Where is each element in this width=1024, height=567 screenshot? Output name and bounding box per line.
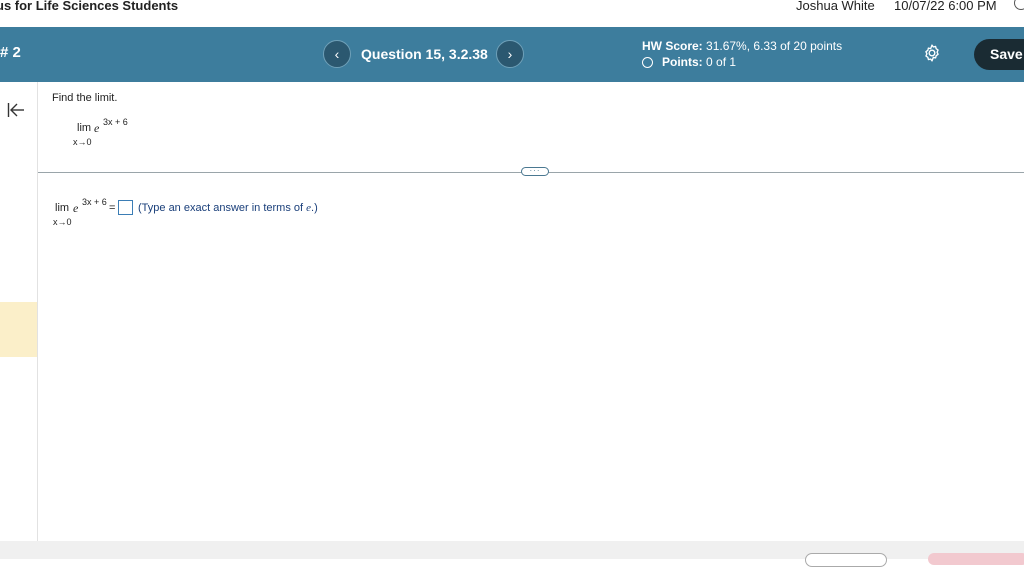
hint-suffix: .)	[311, 202, 318, 214]
answer-lim-subscript: x→0	[53, 217, 72, 227]
footer-button-right[interactable]	[928, 553, 1024, 565]
chevron-right-icon: ›	[507, 46, 513, 62]
top-bar: us for Life Sciences Students Joshua Whi…	[0, 0, 1024, 27]
base-e: e	[94, 121, 100, 135]
next-question-button[interactable]: ›	[496, 40, 524, 68]
exponent: 3x + 6	[103, 117, 128, 127]
question-navbar: # 2 ‹ Question 15, 3.2.38 › HW Score: 31…	[0, 27, 1024, 82]
more-options-button[interactable]: ···	[521, 167, 549, 176]
equals-sign: =	[109, 202, 116, 214]
answer-hint: (Type an exact answer in terms of e.)	[138, 202, 318, 214]
chevron-left-icon: ‹	[334, 46, 340, 62]
hw-score-label: HW Score:	[642, 39, 703, 53]
answer-lim-word: lim	[55, 202, 70, 214]
answer-base-e: e	[73, 201, 79, 215]
hw-score-value: 31.67%, 6.33 of 20 points	[706, 39, 843, 53]
due-date: 10/07/22 6:00 PM	[894, 0, 997, 13]
question-instruction: Find the limit.	[52, 92, 118, 104]
points-label: Points:	[662, 55, 703, 69]
homework-number: # 2	[0, 44, 21, 61]
points: Points: 0 of 1	[642, 55, 736, 69]
current-question-indicator	[0, 302, 37, 357]
points-value: 0 of 1	[706, 55, 737, 69]
status-circle-icon	[642, 56, 653, 68]
hint-prefix: (Type an exact answer in terms of	[138, 202, 307, 214]
lim-subscript: x→0	[73, 137, 92, 147]
user-name: Joshua White	[796, 0, 875, 13]
course-title: us for Life Sciences Students	[0, 0, 179, 13]
lim-word: lim	[77, 122, 92, 134]
hw-score: HW Score: 31.67%, 6.33 of 20 points	[642, 39, 842, 53]
save-button[interactable]: Save	[974, 39, 1024, 70]
clock-icon	[1014, 0, 1024, 10]
collapse-panel-icon[interactable]	[7, 102, 25, 123]
answer-input[interactable]	[118, 200, 133, 215]
previous-question-button[interactable]: ‹	[323, 40, 351, 68]
footer-button-left[interactable]	[805, 553, 887, 567]
gear-icon[interactable]	[922, 43, 942, 63]
answer-exponent: 3x + 6	[82, 197, 107, 207]
question-label: Question 15, 3.2.38	[361, 46, 488, 62]
